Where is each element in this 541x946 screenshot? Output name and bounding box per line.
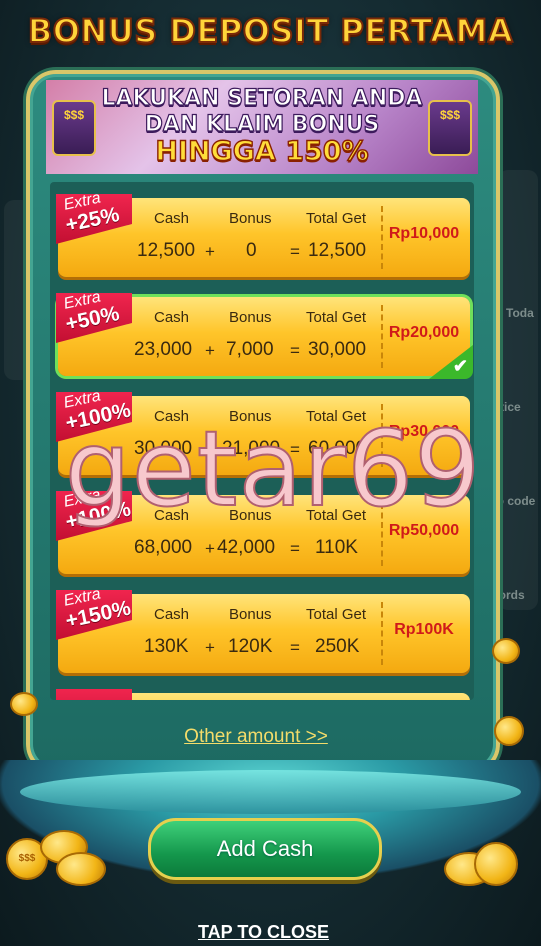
bonus-value: 42,000 [217, 537, 276, 558]
bonus-value: 0 [246, 240, 257, 261]
cash-header: Cash [154, 309, 190, 326]
bonus-header: Bonus [229, 606, 272, 623]
package-card-partial[interactable] [56, 689, 470, 700]
bg-label-notice: tice [500, 400, 521, 414]
cash-value: 12,500 [137, 240, 196, 261]
price-label: Rp20,000 [388, 324, 460, 341]
bonus-header: Bonus [229, 408, 272, 425]
coin-icon [56, 852, 106, 886]
cash-value: 68,000 [134, 537, 193, 558]
other-amount-link[interactable]: Other amount >> [0, 726, 512, 748]
banner-line-2: DAN KLAIM BONUS [144, 111, 380, 137]
bonus-header: Bonus [229, 210, 272, 227]
tap-to-close-link[interactable]: TAP TO CLOSE [0, 922, 527, 943]
total-header: Total Get [306, 408, 367, 425]
equals-sign: = [290, 341, 300, 360]
total-value: 60,000 [308, 438, 367, 459]
price-label: Rp30,000 [388, 423, 460, 440]
price-label: Rp50,000 [388, 522, 460, 539]
cash-header: Cash [154, 408, 190, 425]
coin-icon [10, 692, 38, 716]
coin-icon [474, 842, 518, 886]
total-value: 30,000 [308, 339, 367, 360]
total-value: 12,500 [308, 240, 367, 261]
equals-sign: = [290, 638, 300, 657]
plus-sign: + [205, 539, 215, 558]
bonus-header: Bonus [229, 309, 272, 326]
package-card[interactable]: Extra +100% Cash Bonus Total Get 30,000 … [56, 387, 470, 475]
bonus-value: 120K [228, 636, 273, 657]
plus-sign: + [205, 341, 215, 360]
checkmark-icon: ✔ [429, 345, 473, 379]
cash-header: Cash [154, 606, 190, 623]
package-list[interactable]: Extra +25% Cash Bonus Total Get 12,500 +… [50, 182, 474, 700]
bg-panel-right [498, 170, 538, 610]
total-value: 250K [315, 636, 360, 657]
price-label: Rp10,000 [388, 225, 460, 242]
cash-value: 23,000 [134, 339, 193, 360]
total-header: Total Get [306, 507, 367, 524]
plus-sign: + [205, 242, 215, 261]
bonus-value: 7,000 [226, 339, 274, 360]
package-card[interactable]: Extra +25% Cash Bonus Total Get 12,500 +… [56, 189, 470, 277]
package-card[interactable]: Extra +100% Cash Bonus Total Get 68,000 … [56, 486, 470, 574]
cash-header: Cash [154, 507, 190, 524]
price-label: Rp100K [394, 621, 454, 638]
extra-tag [56, 689, 132, 700]
plus-sign: + [205, 638, 215, 657]
bonus-header: Bonus [229, 507, 272, 524]
equals-sign: = [290, 440, 300, 459]
coin-icon [494, 716, 524, 746]
total-header: Total Get [306, 309, 367, 326]
coin-icon [492, 638, 520, 664]
total-value: 110K [315, 537, 358, 558]
cash-value: 130K [144, 636, 189, 657]
equals-sign: = [290, 539, 300, 558]
total-header: Total Get [306, 210, 367, 227]
banner-line-1: LAKUKAN SETORAN ANDA [101, 85, 423, 111]
pedestal-top [20, 770, 521, 814]
total-header: Total Get [306, 606, 367, 623]
banner-line-3: HINGGA 150% [155, 135, 370, 167]
add-cash-button[interactable]: Add Cash [148, 818, 382, 880]
package-card-selected[interactable]: Extra +50% Cash Bonus Total Get 23,000 +… [56, 288, 473, 379]
page-title: BONUS DEPOSIT PERTAMA [27, 11, 514, 51]
cash-value: 30,000 [134, 438, 193, 459]
promo-banner: $$$ $$$ LAKUKAN SETORAN ANDA DAN KLAIM B… [46, 80, 478, 174]
bonus-value: 21,000 [222, 438, 281, 459]
package-card[interactable]: Extra +150% Cash Bonus Total Get 130K + … [56, 585, 470, 673]
cash-header: Cash [154, 210, 190, 227]
bg-label-today: s Toda [496, 306, 534, 320]
equals-sign: = [290, 242, 300, 261]
plus-sign: + [205, 440, 215, 459]
